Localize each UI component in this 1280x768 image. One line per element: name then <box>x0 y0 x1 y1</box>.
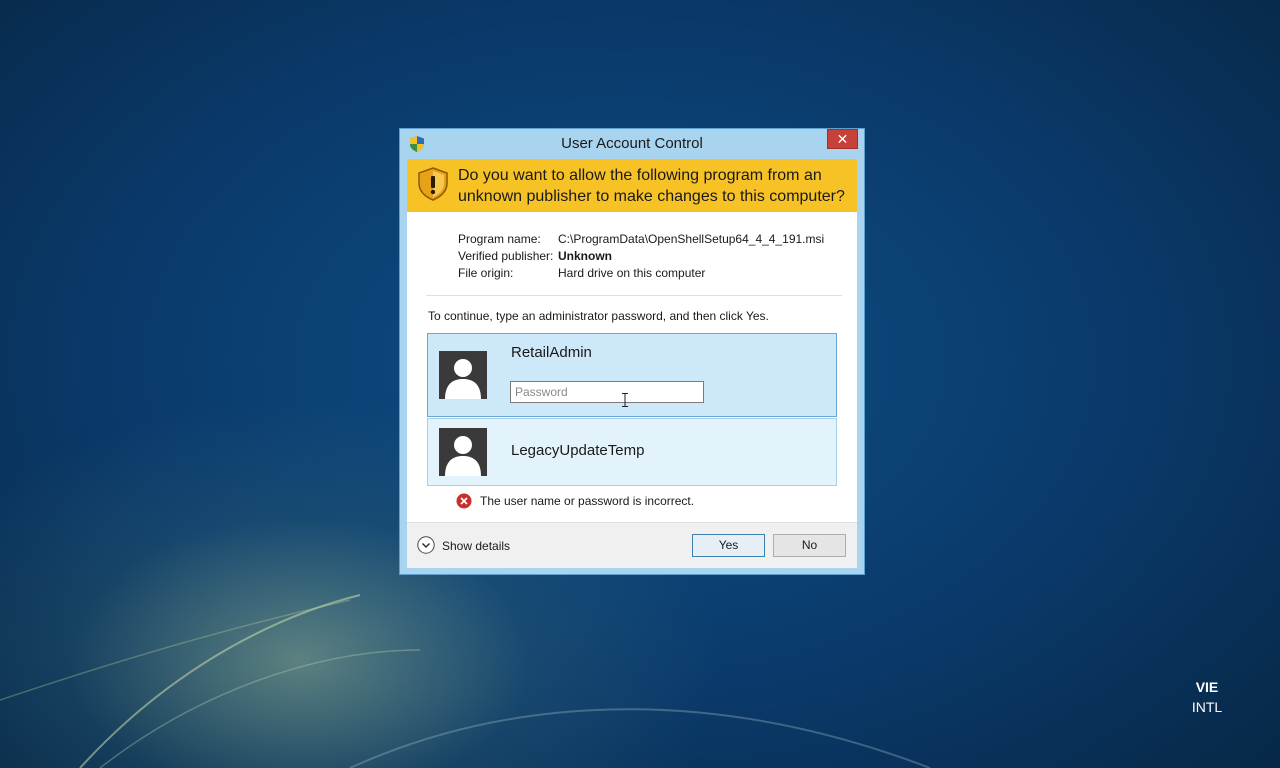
user-avatar-icon <box>439 428 487 476</box>
input-language-indicator[interactable]: VIE INTL <box>1180 677 1234 717</box>
account-name: LegacyUpdateTemp <box>511 442 645 459</box>
warning-shield-icon <box>418 167 448 201</box>
uac-dialog: User Account Control ✕ Do you want to al… <box>399 128 865 575</box>
language-code: VIE <box>1195 679 1219 695</box>
account-tile-retailadmin[interactable]: RetailAdmin <box>427 333 837 417</box>
close-icon: ✕ <box>836 131 849 147</box>
program-name-value: C:\ProgramData\OpenShellSetup64_4_4_191.… <box>558 232 825 246</box>
error-icon <box>456 493 472 509</box>
error-text: The user name or password is incorrect. <box>480 494 695 508</box>
account-tile-legacyupdatetemp[interactable]: LegacyUpdateTemp <box>427 418 837 486</box>
file-origin-value: Hard drive on this computer <box>558 266 706 280</box>
close-button[interactable]: ✕ <box>827 129 858 149</box>
dialog-title: User Account Control <box>561 135 703 152</box>
keyboard-layout: INTL <box>1191 699 1223 715</box>
yes-button[interactable]: Yes <box>692 534 765 557</box>
no-button[interactable]: No <box>773 534 846 557</box>
password-input[interactable] <box>510 381 704 403</box>
chevron-down-icon <box>417 536 435 554</box>
program-details: Program name: C:\ProgramData\OpenShellSet… <box>458 231 824 282</box>
dialog-footer: Show details Yes No <box>407 522 857 568</box>
warning-banner: Do you want to allow the following progr… <box>407 159 857 212</box>
credential-instruction: To continue, type an administrator passw… <box>428 309 769 323</box>
user-avatar-icon <box>439 351 487 399</box>
uac-question: Do you want to allow the following progr… <box>458 167 845 205</box>
show-details-label: Show details <box>442 539 511 553</box>
dialog-titlebar[interactable]: User Account Control <box>400 129 864 159</box>
text-cursor-icon <box>622 393 628 407</box>
dialog-content: Do you want to allow the following progr… <box>407 159 857 568</box>
publisher-row: Verified publisher: Unknown <box>458 248 824 265</box>
publisher-value: Unknown <box>558 249 612 263</box>
program-name-row: Program name: C:\ProgramData\OpenShellSet… <box>458 231 824 248</box>
file-origin-row: File origin: Hard drive on this computer <box>458 265 824 282</box>
publisher-label: Verified publisher: <box>458 249 554 263</box>
account-name: RetailAdmin <box>511 344 592 361</box>
program-name-label: Program name: <box>458 232 541 246</box>
file-origin-label: File origin: <box>458 266 514 280</box>
divider <box>426 295 842 296</box>
